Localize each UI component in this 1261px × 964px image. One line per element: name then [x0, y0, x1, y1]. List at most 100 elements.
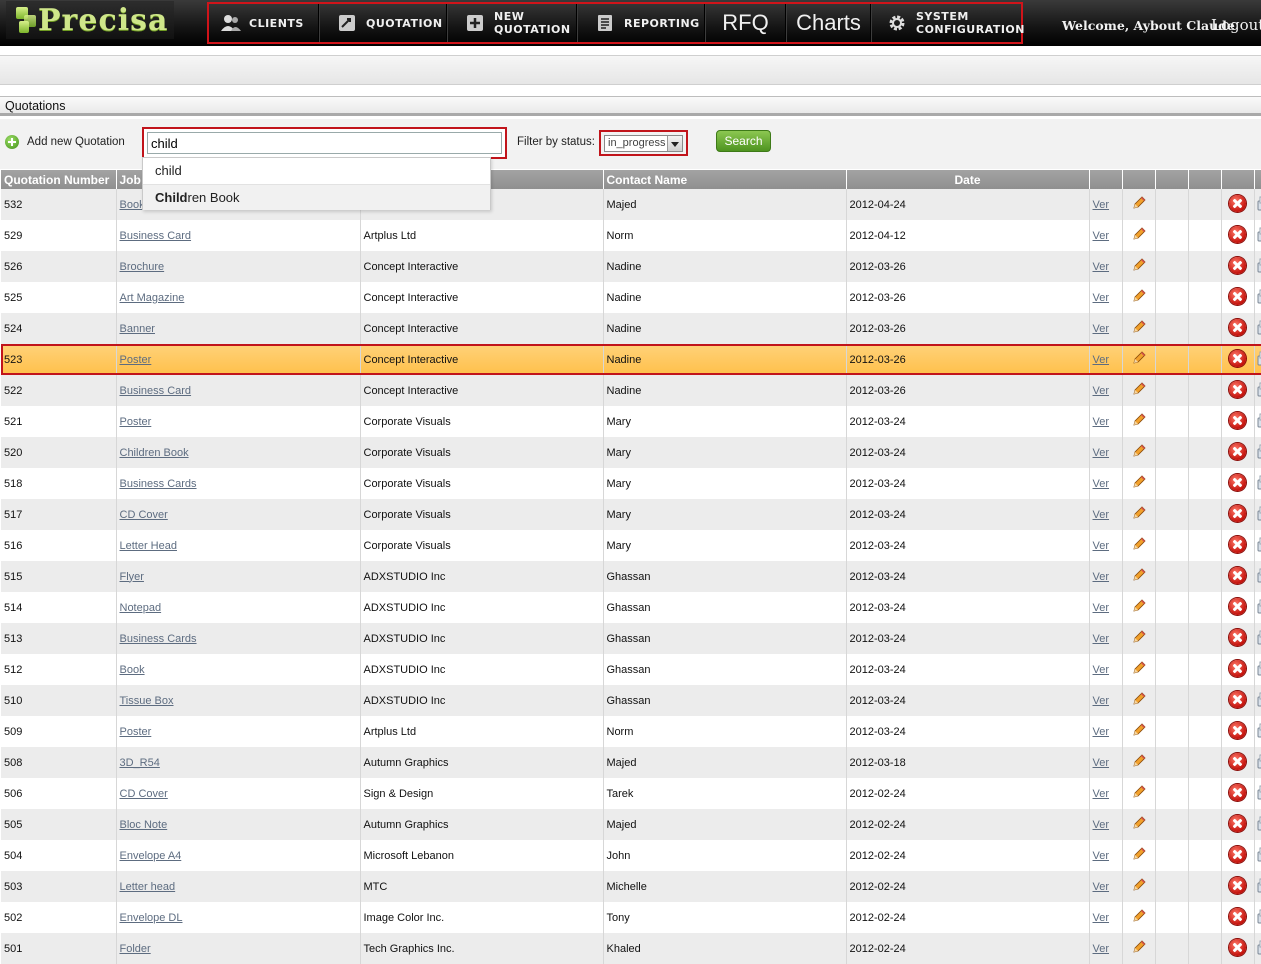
pencil-icon[interactable]	[1131, 598, 1147, 614]
job-link[interactable]: Business Cards	[120, 633, 197, 645]
print-preview-icon[interactable]	[1257, 628, 1261, 646]
search-button[interactable]: Search	[716, 130, 771, 152]
ver-link[interactable]: Ver	[1093, 788, 1110, 800]
pencil-icon[interactable]	[1131, 753, 1147, 769]
delete-icon[interactable]	[1229, 225, 1246, 243]
delete-icon[interactable]	[1229, 380, 1246, 398]
ver-link[interactable]: Ver	[1093, 323, 1110, 335]
delete-icon[interactable]	[1229, 690, 1246, 708]
nav-system-configuration[interactable]: SYSTEM CONFIGURATION	[872, 4, 1024, 42]
print-preview-icon[interactable]	[1257, 318, 1261, 336]
ver-link[interactable]: Ver	[1093, 292, 1110, 304]
ver-link[interactable]: Ver	[1093, 850, 1110, 862]
job-link[interactable]: Envelope DL	[120, 912, 183, 924]
pencil-icon[interactable]	[1131, 815, 1147, 831]
delete-icon[interactable]	[1229, 442, 1246, 460]
print-preview-icon[interactable]	[1257, 845, 1261, 863]
delete-icon[interactable]	[1229, 721, 1246, 739]
job-link[interactable]: Poster	[120, 416, 152, 428]
pencil-icon[interactable]	[1131, 567, 1147, 583]
print-preview-icon[interactable]	[1257, 938, 1261, 956]
job-link[interactable]: Book	[120, 664, 145, 676]
job-link[interactable]: Business Card	[120, 230, 192, 242]
logout-link[interactable]: Logout	[1211, 16, 1261, 34]
job-link[interactable]: Notepad	[120, 602, 162, 614]
logo[interactable]: Precisa	[6, 1, 174, 39]
table-row[interactable]: 522 Business Card Concept Interactive Nadin…	[1, 375, 1261, 406]
job-link[interactable]: CD Cover	[120, 509, 168, 521]
ver-link[interactable]: Ver	[1093, 416, 1110, 428]
ver-link[interactable]: Ver	[1093, 230, 1110, 242]
delete-icon[interactable]	[1229, 845, 1246, 863]
delete-icon[interactable]	[1229, 504, 1246, 522]
pencil-icon[interactable]	[1131, 877, 1147, 893]
print-preview-icon[interactable]	[1257, 194, 1261, 212]
job-link[interactable]: Children Book	[120, 447, 189, 459]
table-row[interactable]: 502 Envelope DL Image Color Inc. Tony 2012-0…	[1, 902, 1261, 933]
ver-link[interactable]: Ver	[1093, 881, 1110, 893]
nav-quotation[interactable]: QUOTATION	[320, 4, 447, 42]
table-row[interactable]: 518 Business Cards Corporate Visuals Mary 20…	[1, 468, 1261, 499]
pencil-icon[interactable]	[1131, 846, 1147, 862]
table-row[interactable]: 503 Letter head MTC Michelle 2012-02-24 Ver	[1, 871, 1261, 902]
pencil-icon[interactable]	[1131, 257, 1147, 273]
job-link[interactable]: Poster	[120, 726, 152, 738]
ver-link[interactable]: Ver	[1093, 943, 1110, 955]
table-row[interactable]: 516 Letter Head Corporate Visuals Mary 2012-…	[1, 530, 1261, 561]
nav-charts[interactable]: Charts	[787, 4, 871, 42]
print-preview-icon[interactable]	[1257, 349, 1261, 367]
ver-link[interactable]: Ver	[1093, 261, 1110, 273]
job-link[interactable]: Banner	[120, 323, 155, 335]
pencil-icon[interactable]	[1131, 381, 1147, 397]
pencil-icon[interactable]	[1131, 350, 1147, 366]
table-row[interactable]: 529 Business Card Artplus Ltd Norm 2012-04-1…	[1, 220, 1261, 251]
print-preview-icon[interactable]	[1257, 287, 1261, 305]
ver-link[interactable]: Ver	[1093, 447, 1110, 459]
print-preview-icon[interactable]	[1257, 225, 1261, 243]
table-row[interactable]: 505 Bloc Note Autumn Graphics Majed 2012-02-…	[1, 809, 1261, 840]
table-row[interactable]: 514 Notepad ADXSTUDIO Inc Ghassan 2012-03-24…	[1, 592, 1261, 623]
ver-link[interactable]: Ver	[1093, 199, 1110, 211]
pencil-icon[interactable]	[1131, 908, 1147, 924]
table-row[interactable]: 506 CD Cover Sign & Design Tarek 2012-02-24 V…	[1, 778, 1261, 809]
ver-link[interactable]: Ver	[1093, 540, 1110, 552]
ver-link[interactable]: Ver	[1093, 664, 1110, 676]
delete-icon[interactable]	[1229, 938, 1246, 956]
delete-icon[interactable]	[1229, 783, 1246, 801]
job-link[interactable]: CD Cover	[120, 788, 168, 800]
status-filter-select[interactable]: in_progress	[604, 135, 683, 152]
table-row[interactable]: 520 Children Book Corporate Visuals Mary 201…	[1, 437, 1261, 468]
print-preview-icon[interactable]	[1257, 504, 1261, 522]
delete-icon[interactable]	[1229, 194, 1246, 212]
ver-link[interactable]: Ver	[1093, 602, 1110, 614]
print-preview-icon[interactable]	[1257, 566, 1261, 584]
print-preview-icon[interactable]	[1257, 597, 1261, 615]
table-row[interactable]: 512 Book ADXSTUDIO Inc Ghassan 2012-03-24 Ver	[1, 654, 1261, 685]
autocomplete-item[interactable]: child	[143, 158, 490, 184]
ver-link[interactable]: Ver	[1093, 478, 1110, 490]
job-link[interactable]: Business Card	[120, 385, 192, 397]
pencil-icon[interactable]	[1131, 691, 1147, 707]
ver-link[interactable]: Ver	[1093, 385, 1110, 397]
job-link[interactable]: Bloc Note	[120, 819, 168, 831]
table-row[interactable]: 526 Brochure Concept Interactive Nadine 2012…	[1, 251, 1261, 282]
job-link[interactable]: Business Cards	[120, 478, 197, 490]
table-row[interactable]: 513 Business Cards ADXSTUDIO Inc Ghassan 201…	[1, 623, 1261, 654]
table-row[interactable]: 515 Flyer ADXSTUDIO Inc Ghassan 2012-03-24 Ve…	[1, 561, 1261, 592]
table-row[interactable]: 517 CD Cover Corporate Visuals Mary 2012-03-…	[1, 499, 1261, 530]
ver-link[interactable]: Ver	[1093, 571, 1110, 583]
delete-icon[interactable]	[1229, 907, 1246, 925]
nav-new-quotation[interactable]: NEW QUOTATION	[448, 4, 577, 42]
delete-icon[interactable]	[1229, 473, 1246, 491]
pencil-icon[interactable]	[1131, 939, 1147, 955]
nav-rfq[interactable]: RFQ	[706, 4, 786, 42]
print-preview-icon[interactable]	[1257, 442, 1261, 460]
ver-link[interactable]: Ver	[1093, 912, 1110, 924]
table-row[interactable]: 524 Banner Concept Interactive Nadine 2012-0…	[1, 313, 1261, 344]
delete-icon[interactable]	[1229, 535, 1246, 553]
delete-icon[interactable]	[1229, 349, 1246, 367]
pencil-icon[interactable]	[1131, 288, 1147, 304]
ver-link[interactable]: Ver	[1093, 509, 1110, 521]
pencil-icon[interactable]	[1131, 536, 1147, 552]
ver-link[interactable]: Ver	[1093, 695, 1110, 707]
